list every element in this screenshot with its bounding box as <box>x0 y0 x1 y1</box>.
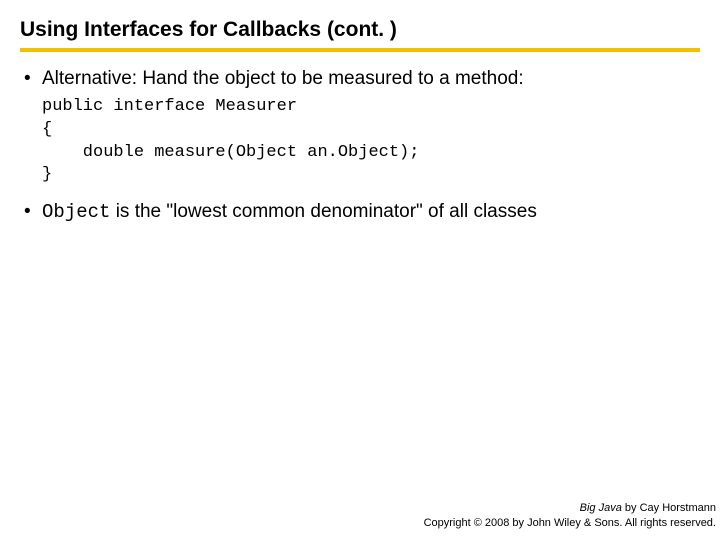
bullet-1-code: public interface Measurer { double measu… <box>42 96 700 188</box>
footer-line-1: Big Java by Cay Horstmann <box>424 501 716 515</box>
slide-body: Alternative: Hand the object to be measu… <box>20 66 700 226</box>
footer-line-2: Copyright © 2008 by John Wiley & Sons. A… <box>424 516 716 530</box>
slide-title: Using Interfaces for Callbacks (cont. ) <box>20 18 700 52</box>
bullet-1-text: Alternative: Hand the object to be measu… <box>42 68 524 89</box>
bullet-2: Object is the "lowest common denominator… <box>20 199 700 226</box>
bullet-1: Alternative: Hand the object to be measu… <box>20 66 700 187</box>
slide-footer: Big Java by Cay Horstmann Copyright © 20… <box>424 501 716 530</box>
slide: Using Interfaces for Callbacks (cont. ) … <box>0 0 720 540</box>
footer-book-title: Big Java <box>580 502 622 514</box>
bullet-2-rest: is the "lowest common denominator" of al… <box>110 201 536 222</box>
footer-author: by Cay Horstmann <box>622 502 716 514</box>
bullet-2-code-word: Object <box>42 201 110 223</box>
